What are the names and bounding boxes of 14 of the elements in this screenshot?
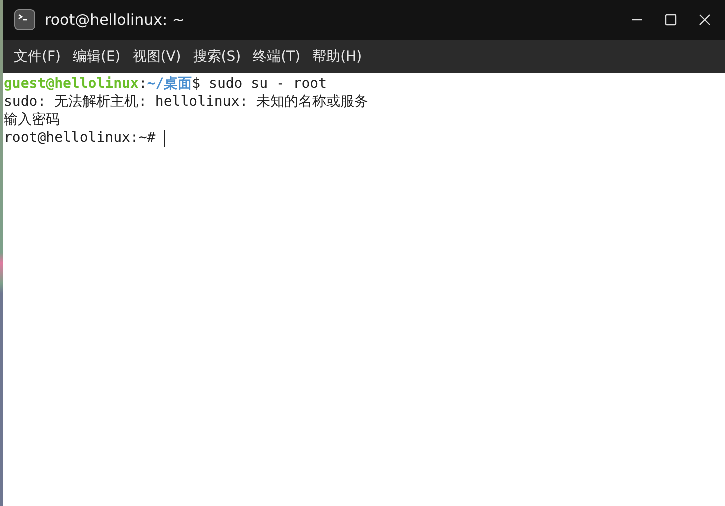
terminal-line: 输入密码 [4, 111, 60, 129]
close-icon[interactable] [699, 14, 711, 26]
maximize-icon[interactable] [665, 14, 677, 26]
terminal-icon [14, 9, 36, 31]
terminal-line: sudo: 无法解析主机: hellolinux: 未知的名称或服务 [4, 93, 369, 111]
menu-item[interactable]: 视图(V) [130, 46, 184, 68]
menu-item[interactable]: 帮助(H) [310, 46, 366, 68]
terminal-line: guest@hellolinux:~/桌面$ sudo su - root [4, 75, 328, 93]
terminal-line: root@hellolinux:~# [4, 129, 157, 147]
menu-item[interactable]: 编辑(E) [70, 46, 124, 68]
menu-item[interactable]: 搜索(S) [190, 46, 244, 68]
menu-item[interactable]: 文件(F) [11, 46, 64, 68]
window-title: root@hellolinux: ~ [45, 11, 185, 29]
menu-item[interactable]: 终端(T) [250, 46, 304, 68]
